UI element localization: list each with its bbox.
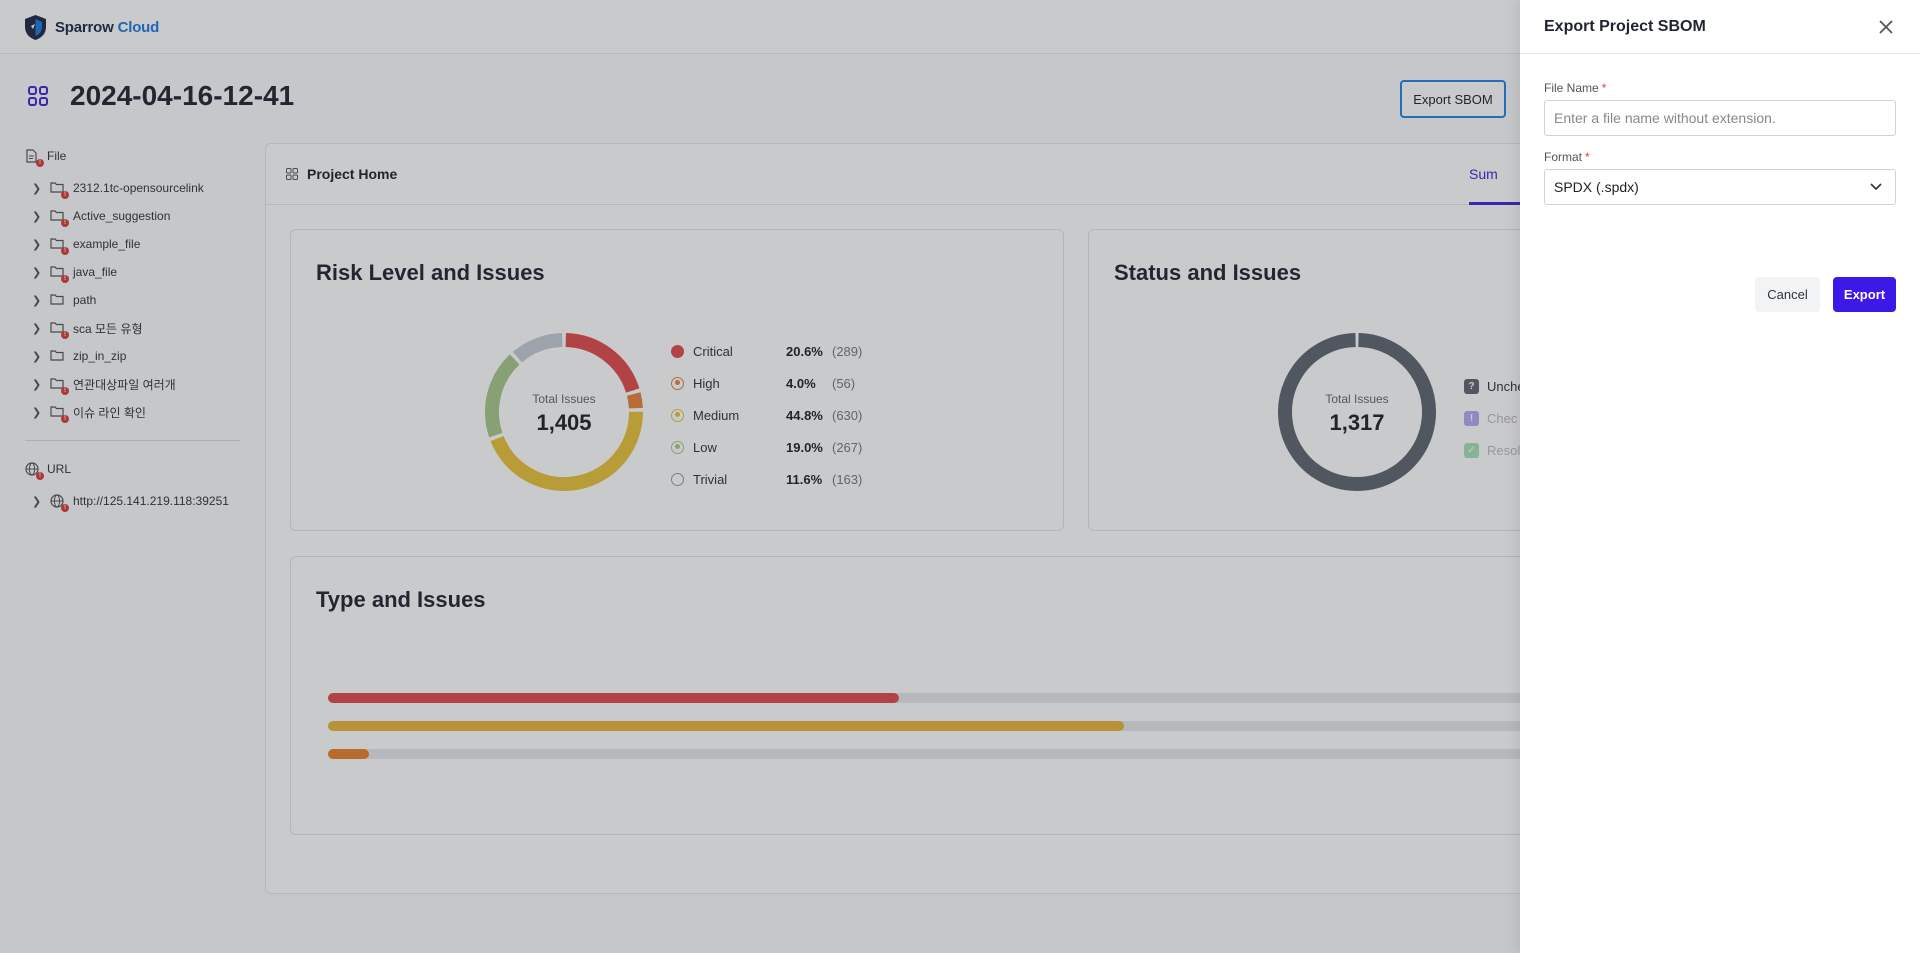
- format-select[interactable]: SPDX (.spdx): [1544, 169, 1896, 205]
- file-name-input[interactable]: [1544, 100, 1896, 136]
- format-label: Format *: [1544, 150, 1590, 164]
- close-icon[interactable]: [1876, 17, 1896, 37]
- export-button[interactable]: Export: [1833, 277, 1896, 312]
- cancel-button[interactable]: Cancel: [1755, 277, 1820, 312]
- required-marker: *: [1585, 150, 1590, 164]
- drawer-title: Export Project SBOM: [1544, 17, 1706, 35]
- drawer-header: Export Project SBOM: [1520, 0, 1920, 54]
- file-name-label: File Name *: [1544, 81, 1607, 95]
- format-selected-value: SPDX (.spdx): [1554, 179, 1639, 195]
- export-sbom-drawer: Export Project SBOM File Name* Format* S…: [1520, 0, 1920, 953]
- required-marker: *: [1601, 81, 1607, 95]
- chevron-down-icon: [1870, 183, 1882, 191]
